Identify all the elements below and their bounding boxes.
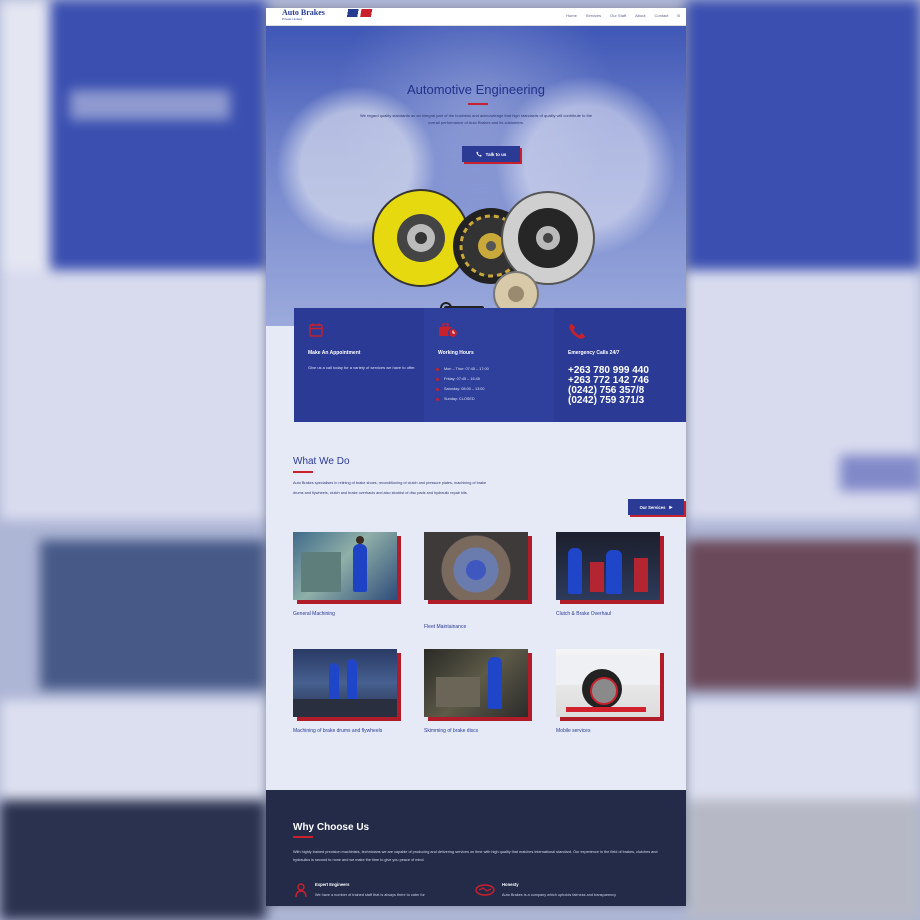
working-hours-card: Working Hours Mon – Thur: 07:45 – 17:00 … — [424, 308, 554, 422]
service-card-machining-brake-drums[interactable]: Machining of brake drums and flywheels — [293, 649, 397, 737]
appointment-title: Make An Appointment — [308, 350, 361, 356]
feature-honesty: Honesty Auto Brakes is a company which u… — [474, 882, 652, 898]
why-choose-us-section: Why Choose Us With highly trained precis… — [266, 790, 686, 906]
working-hours-list: Mon – Thur: 07:45 – 17:00 Friday: 07:45 … — [436, 364, 489, 404]
emergency-card: Emergency Calls 24/7 +263 780 999 440 +2… — [554, 308, 686, 422]
why-title-underline — [293, 836, 313, 838]
talk-to-us-label: Talk to us — [485, 151, 507, 157]
feature-title: Expert Engineers — [315, 882, 350, 887]
service-card-skimming-brake-discs[interactable]: Skimming of brake discs — [424, 649, 528, 737]
hero-title-underline — [468, 103, 488, 105]
service-photo — [293, 649, 397, 717]
our-services-label: Our Services — [639, 504, 666, 510]
phone-icon — [569, 323, 586, 339]
emergency-title: Emergency Calls 24/7 — [568, 350, 620, 356]
hours-item: Mon – Thur: 07:45 – 17:00 — [436, 364, 489, 374]
service-photo — [424, 532, 528, 600]
feature-title: Honesty — [502, 882, 519, 887]
main-menu: Home Services Our Staff About Contact B — [566, 13, 680, 18]
brand-tagline: Private Limited — [282, 17, 302, 21]
hours-item: Saturday: 08:00 – 13:00 — [436, 384, 489, 394]
feature-text: We have a number of trained staff that i… — [315, 893, 425, 897]
nav-item-home[interactable]: Home — [566, 13, 577, 18]
nav-item-contact[interactable]: Contact — [655, 13, 669, 18]
phone-number[interactable]: (0242) 759 371/3 — [568, 396, 649, 406]
what-we-do-underline — [293, 471, 313, 473]
service-caption: Mobile services — [556, 728, 591, 734]
working-hours-title: Working Hours — [438, 350, 474, 356]
clutch-parts-image — [372, 189, 595, 317]
feature-text: Auto Brakes is a company which upholds f… — [502, 893, 616, 897]
nav-item-more[interactable]: B — [677, 13, 680, 18]
nav-item-about[interactable]: About — [635, 13, 645, 18]
hours-item: Friday: 07:45 – 16:45 — [436, 374, 489, 384]
calendar-icon — [309, 323, 323, 337]
service-caption: Fleet Maintainance — [424, 624, 467, 630]
service-card-clutch-brake-overhaul[interactable]: Clutch & Brake Overhaul — [556, 532, 660, 620]
what-we-do-title: What We Do — [293, 456, 350, 467]
appointment-text: Give us a call today for a variety of se… — [308, 365, 416, 370]
website-page: Auto Brakes Private Limited Home Service… — [266, 8, 686, 906]
hero-title: Automotive Engineering — [406, 82, 546, 97]
engineer-icon — [295, 883, 307, 898]
service-photo — [424, 649, 528, 717]
chevron-right-icon: ▸ — [669, 504, 673, 511]
service-caption: General Machining — [293, 611, 335, 617]
service-photo — [556, 532, 660, 600]
top-navbar: Auto Brakes Private Limited Home Service… — [266, 8, 686, 26]
logo-stripe — [340, 9, 380, 17]
what-we-do-text: Auto Brakes specialises in relining of b… — [293, 481, 487, 495]
service-card-general-machining[interactable]: General Machining — [293, 532, 397, 620]
our-services-button[interactable]: Our Services ▸ — [628, 499, 684, 515]
hero-section: Automotive Engineering We regard quality… — [266, 26, 686, 326]
brand-logo[interactable]: Auto Brakes Private Limited — [282, 9, 380, 23]
emergency-phone-list: +263 780 999 440 +263 772 142 746 (0242)… — [568, 366, 649, 406]
appointment-card: Make An Appointment Give us a call today… — [294, 308, 424, 422]
hero-lead-text: We regard quality standards as an integr… — [359, 113, 593, 125]
service-caption: Clutch & Brake Overhaul — [556, 611, 612, 617]
feature-expert-engineers: Expert Engineers We have a number of tra… — [293, 882, 465, 898]
toolbox-clock-icon — [439, 323, 458, 338]
nav-item-our-staff[interactable]: Our Staff — [610, 13, 626, 18]
talk-to-us-button[interactable]: Talk to us — [462, 146, 520, 162]
service-card-fleet-maintainance[interactable]: Fleet Maintainance — [424, 532, 528, 633]
why-choose-us-title: Why Choose Us — [293, 822, 370, 833]
hours-item: Sunday: CLOSED — [436, 394, 489, 404]
service-photo — [293, 532, 397, 600]
phone-icon — [476, 151, 482, 157]
service-card-mobile-services[interactable]: Mobile services — [556, 649, 660, 737]
nav-item-services[interactable]: Services — [586, 13, 601, 18]
why-choose-us-text: With highly trained precision machinists… — [293, 850, 658, 862]
service-photo — [556, 649, 660, 717]
handshake-icon — [475, 884, 495, 896]
service-caption: Machining of brake drums and flywheels — [293, 728, 383, 734]
service-caption: Skimming of brake discs — [424, 728, 479, 734]
